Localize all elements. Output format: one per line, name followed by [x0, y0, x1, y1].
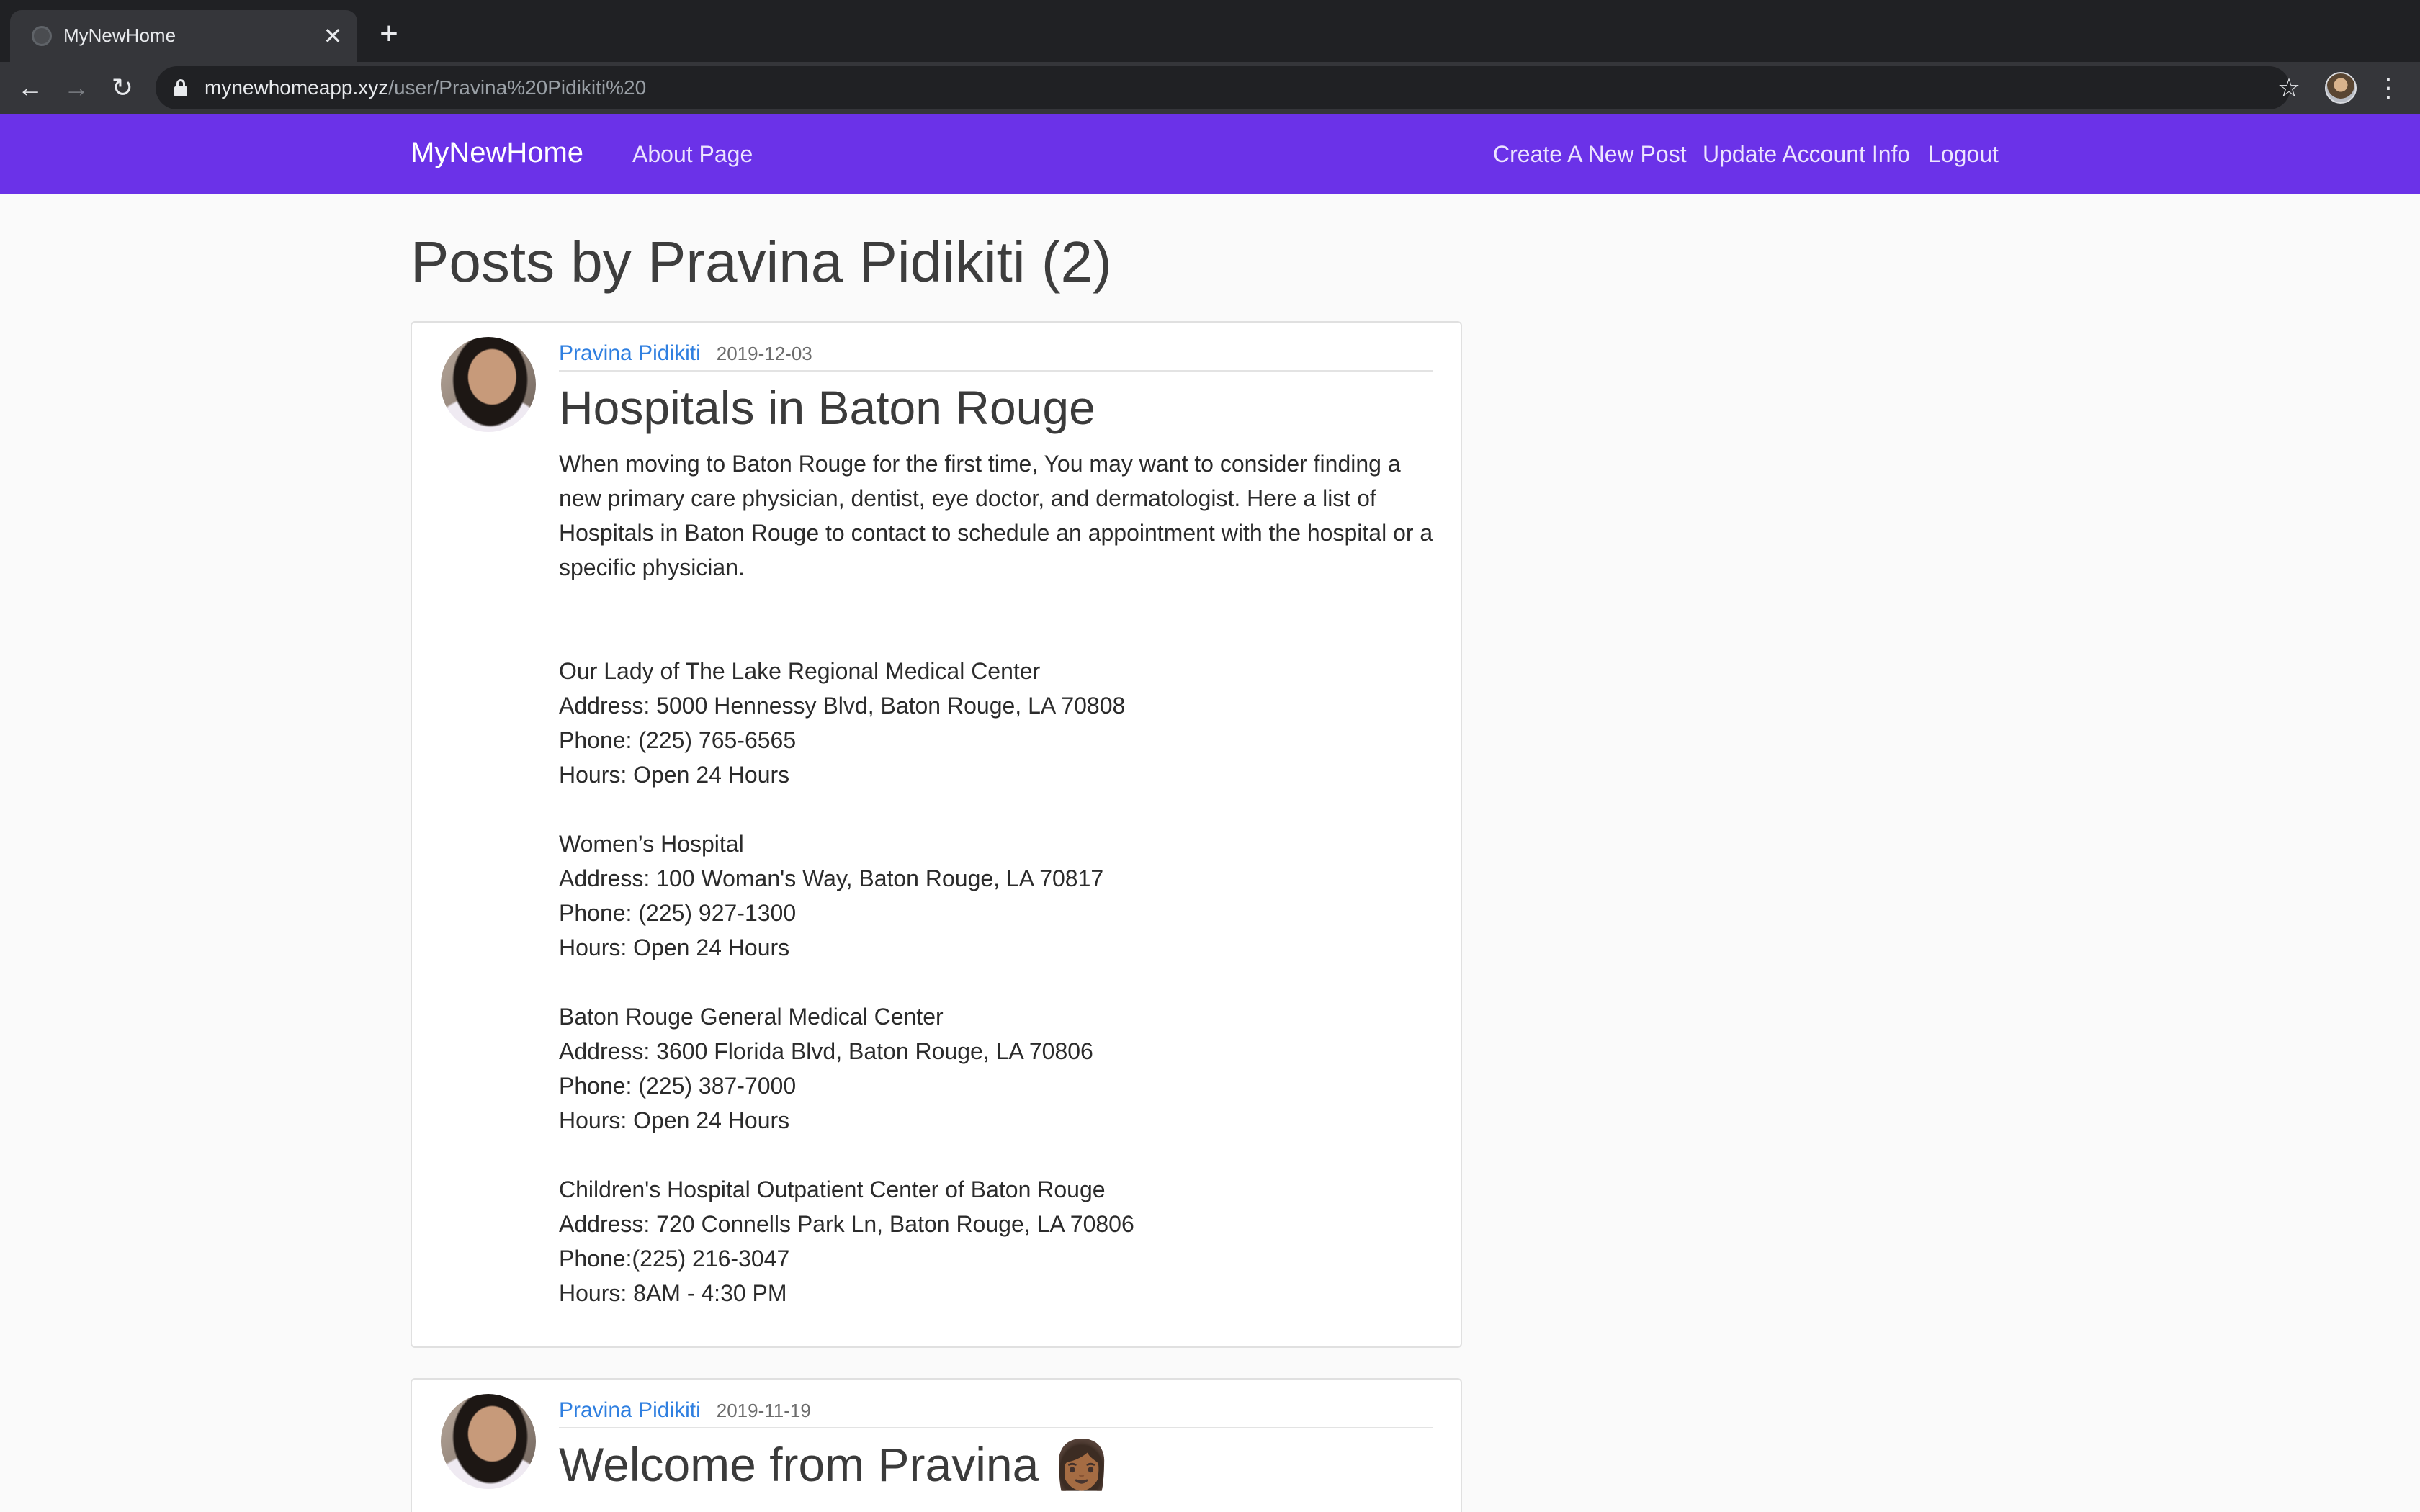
- hospital-name: Our Lady of The Lake Regional Medical Ce…: [559, 658, 1041, 684]
- reload-icon[interactable]: ↻: [104, 69, 141, 107]
- hospital-phone: Phone: (225) 765-6565: [559, 727, 797, 753]
- hospital-name: Baton Rouge General Medical Center: [559, 1004, 944, 1030]
- browser-toolbar: ← → ↻ mynewhomeapp.xyz/user/Pravina%20Pi…: [0, 62, 2420, 114]
- post-title[interactable]: Hospitals in Baton Rouge: [559, 380, 1095, 435]
- post-card: Pravina Pidikiti 2019-12-03 Hospitals in …: [411, 321, 1462, 1348]
- post-date: 2019-12-03: [716, 343, 812, 364]
- hospital-hours: Hours: Open 24 Hours: [559, 1107, 790, 1133]
- globe-icon: [32, 26, 52, 46]
- browser-tab-strip: MyNewHome ✕ +: [0, 0, 2420, 62]
- bookmark-star-icon[interactable]: ☆: [2269, 68, 2309, 108]
- hospital-address: Address: 100 Woman's Way, Baton Rouge, L…: [559, 865, 1104, 891]
- hospital-address: Address: 3600 Florida Blvd, Baton Rouge,…: [559, 1038, 1093, 1064]
- hospital-entry: Baton Rouge General Medical Center Addre…: [559, 999, 1445, 1138]
- site-navbar: MyNewHome About Page Create A New Post U…: [0, 114, 2420, 194]
- author-link[interactable]: Pravina Pidikiti: [559, 1398, 701, 1422]
- update-account-link[interactable]: Update Account Info: [1703, 141, 1910, 168]
- hospital-entry: Women’s Hospital Address: 100 Woman's Wa…: [559, 827, 1445, 965]
- hospital-name: Children's Hospital Outpatient Center of…: [559, 1176, 1106, 1202]
- more-menu-icon[interactable]: ⋮: [2374, 69, 2403, 107]
- close-icon[interactable]: ✕: [317, 20, 349, 52]
- url-path: /user/Pravina%20Pidikiti%20: [388, 76, 647, 99]
- post-intro: When moving to Baton Rouge for the first…: [559, 451, 1433, 580]
- profile-avatar[interactable]: [2325, 72, 2357, 104]
- author-avatar[interactable]: [441, 1394, 536, 1489]
- hospital-name: Women’s Hospital: [559, 831, 744, 857]
- post-title[interactable]: Welcome from Pravina 👩🏾: [559, 1437, 1111, 1493]
- back-arrow-icon[interactable]: ←: [12, 69, 49, 107]
- hospital-phone: Phone: (225) 927-1300: [559, 900, 797, 926]
- about-page-link[interactable]: About Page: [632, 141, 753, 168]
- post-meta: Pravina Pidikiti 2019-12-03: [559, 341, 1433, 372]
- new-tab-button[interactable]: +: [372, 17, 406, 52]
- post-card: Pravina Pidikiti 2019-11-19 Welcome from …: [411, 1378, 1462, 1512]
- hospital-entry: Children's Hospital Outpatient Center of…: [559, 1172, 1445, 1310]
- page-title: Posts by Pravina Pidikiti (2): [411, 230, 1112, 294]
- post-meta: Pravina Pidikiti 2019-11-19: [559, 1398, 1433, 1428]
- create-post-link[interactable]: Create A New Post: [1493, 141, 1687, 168]
- hospital-address: Address: 5000 Hennessy Blvd, Baton Rouge…: [559, 693, 1126, 719]
- hospital-phone: Phone:(225) 216-3047: [559, 1246, 790, 1272]
- url-host: mynewhomeapp.xyz: [205, 76, 389, 99]
- hospital-address: Address: 720 Connells Park Ln, Baton Rou…: [559, 1211, 1134, 1237]
- lock-icon[interactable]: [174, 79, 187, 96]
- author-avatar[interactable]: [441, 337, 536, 432]
- forward-arrow-icon[interactable]: →: [58, 69, 95, 107]
- post-body: When moving to Baton Rouge for the first…: [559, 446, 1445, 1310]
- hospital-hours: Hours: Open 24 Hours: [559, 935, 790, 960]
- post-date: 2019-11-19: [716, 1400, 811, 1421]
- logout-link[interactable]: Logout: [1928, 141, 1999, 168]
- brand-link[interactable]: MyNewHome: [411, 137, 583, 169]
- hospital-hours: Hours: 8AM - 4:30 PM: [559, 1280, 787, 1306]
- hospital-entry: Our Lady of The Lake Regional Medical Ce…: [559, 654, 1445, 792]
- url-text: mynewhomeapp.xyz/user/Pravina%20Pidikiti…: [205, 76, 646, 99]
- hospital-phone: Phone: (225) 387-7000: [559, 1073, 797, 1099]
- tab-title: MyNewHome: [63, 24, 176, 46]
- author-link[interactable]: Pravina Pidikiti: [559, 341, 701, 365]
- address-bar[interactable]: mynewhomeapp.xyz/user/Pravina%20Pidikiti…: [156, 66, 2290, 109]
- browser-tab[interactable]: MyNewHome ✕: [10, 10, 357, 62]
- hospital-hours: Hours: Open 24 Hours: [559, 762, 790, 788]
